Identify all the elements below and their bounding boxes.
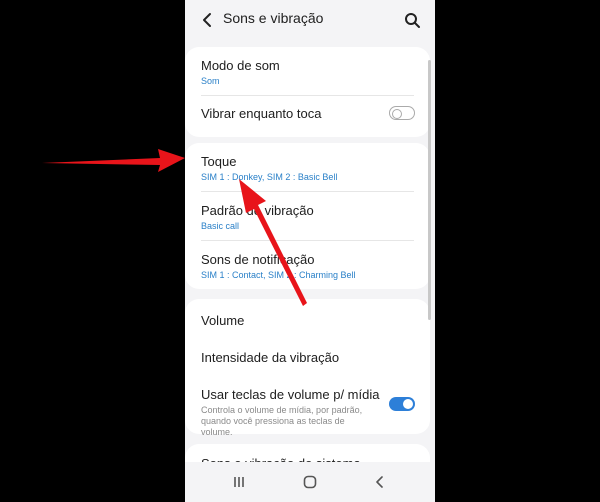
setting-notification-sounds[interactable]: Sons de notificação SIM 1 : Contact, SIM… <box>201 252 414 280</box>
nav-back-button[interactable] <box>372 474 388 490</box>
setting-value: SIM 1 : Donkey, SIM 2 : Basic Bell <box>201 172 338 182</box>
setting-vibration-pattern[interactable]: Padrão de vibração Basic call <box>201 203 414 231</box>
home-icon <box>303 475 317 489</box>
setting-description: Controla o volume de mídia, por padrão, … <box>201 405 363 437</box>
back-button[interactable] <box>197 9 219 31</box>
recents-icon <box>234 477 244 487</box>
setting-value: SIM 1 : Contact, SIM 2 : Charming Bell <box>201 270 356 280</box>
settings-group-sound-mode: Modo de som Som Vibrar enquanto toca <box>185 47 430 137</box>
setting-title: Vibrar enquanto toca <box>201 106 322 121</box>
setting-value: Basic call <box>201 221 240 231</box>
toggle-knob <box>392 108 402 119</box>
divider <box>201 240 414 241</box>
setting-title: Usar teclas de volume p/ mídia <box>201 387 380 402</box>
setting-title: Padrão de vibração <box>201 203 314 218</box>
scrollbar[interactable] <box>428 60 431 320</box>
app-header: Sons e vibração <box>185 0 435 40</box>
setting-value: Som <box>201 76 220 86</box>
setting-volume-keys-media[interactable]: Usar teclas de volume p/ mídia Controla … <box>201 387 380 438</box>
recents-button[interactable] <box>231 474 247 490</box>
volume-keys-media-toggle[interactable] <box>389 397 415 411</box>
setting-title: Modo de som <box>201 58 280 73</box>
search-button[interactable] <box>401 9 423 31</box>
navigation-bar <box>185 462 435 502</box>
setting-title: Intensidade da vibração <box>201 350 340 365</box>
setting-vibrate-while-ringing[interactable]: Vibrar enquanto toca <box>201 106 414 121</box>
setting-ringtone[interactable]: Toque SIM 1 : Donkey, SIM 2 : Basic Bell <box>201 154 414 182</box>
toggle-knob <box>403 399 413 409</box>
search-icon <box>405 13 420 28</box>
phone-screen: Sons e vibração Modo de som Som Vibrar e… <box>185 0 435 502</box>
setting-title: Volume <box>201 313 245 328</box>
divider <box>201 191 414 192</box>
divider <box>201 95 414 96</box>
back-chevron-icon <box>376 476 383 488</box>
setting-volume[interactable]: Volume <box>201 313 414 328</box>
setting-title: Sons de notificação <box>201 252 315 267</box>
setting-vibration-intensity[interactable]: Intensidade da vibração <box>201 350 414 365</box>
settings-group-volume: Volume Intensidade da vibração Usar tecl… <box>185 299 430 437</box>
page-title: Sons e vibração <box>223 10 324 26</box>
setting-title: Toque <box>201 154 237 169</box>
setting-sound-mode[interactable]: Modo de som Som <box>201 58 414 86</box>
arrow-right-icon <box>42 149 185 172</box>
chevron-left-icon <box>203 13 211 27</box>
home-button[interactable] <box>302 474 318 490</box>
vibrate-while-ringing-toggle[interactable] <box>389 106 415 120</box>
settings-group-ringtones: Toque SIM 1 : Donkey, SIM 2 : Basic Bell… <box>185 143 430 289</box>
